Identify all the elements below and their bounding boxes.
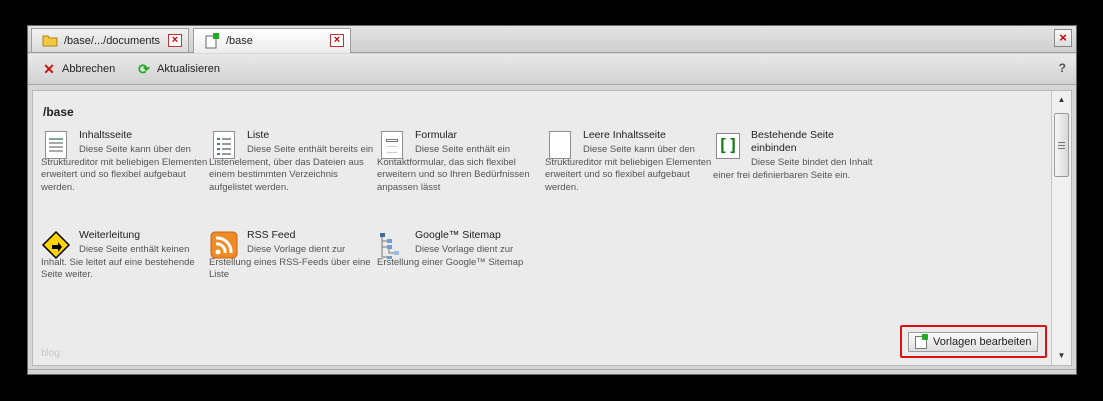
tab-documents[interactable]: /base/.../documents × <box>31 28 189 52</box>
sitemap-icon <box>377 229 407 261</box>
vertical-scrollbar[interactable]: ▲ ▼ <box>1051 91 1071 365</box>
scroll-up-icon[interactable]: ▲ <box>1052 93 1071 107</box>
help-icon[interactable]: ? <box>1059 61 1066 75</box>
refresh-label: Aktualisieren <box>157 63 220 75</box>
window-close-icon[interactable]: × <box>1054 29 1072 47</box>
tab-documents-label: /base/.../documents <box>64 34 160 47</box>
template-title: Leere Inhaltsseite <box>583 129 666 141</box>
form-icon <box>377 129 407 161</box>
rss-icon <box>209 229 239 261</box>
tab-base[interactable]: /base × <box>193 28 351 53</box>
editor-window: /base/.../documents × /base × × ✕ Abbrec… <box>27 25 1077 375</box>
new-document-icon <box>915 333 928 349</box>
template-title: Weiterleitung <box>79 229 141 241</box>
tab-base-label: /base <box>226 35 253 47</box>
refresh-icon: ⟳ <box>138 60 150 77</box>
footer-hint: blog <box>41 348 60 359</box>
template-bestehende-seite[interactable]: [] Bestehende Seite einbinden Diese Seit… <box>713 129 881 182</box>
template-chooser: /base Inhaltsseite Diese Seite kann über… <box>32 90 1072 366</box>
highlight-box: Vorlagen bearbeiten <box>900 325 1047 358</box>
refresh-button[interactable]: ⟳ Aktualisieren <box>137 60 220 77</box>
template-title: Inhaltsseite <box>79 129 133 141</box>
template-title: RSS Feed <box>247 229 296 241</box>
folder-icon <box>42 35 58 47</box>
redirect-icon <box>41 229 71 261</box>
cancel-button[interactable]: ✕ Abbrechen <box>42 60 116 77</box>
template-google-sitemap[interactable]: Google™ Sitemap Diese Vorlage dient zur … <box>377 229 545 269</box>
template-title: Liste <box>247 129 270 141</box>
template-inhaltsseite[interactable]: Inhaltsseite Diese Seite kann über den S… <box>41 129 209 194</box>
scroll-down-icon[interactable]: ▼ <box>1052 349 1071 363</box>
close-tab-documents-icon[interactable]: × <box>168 34 182 47</box>
template-liste[interactable]: Liste Diese Seite enthält bereits ein Li… <box>209 129 377 194</box>
embed-page-icon: [] <box>713 129 743 161</box>
new-document-icon <box>205 33 219 49</box>
template-title: Google™ Sitemap <box>415 229 501 241</box>
toolbar: ✕ Abbrechen ⟳ Aktualisieren ? <box>28 54 1076 85</box>
edit-templates-label: Vorlagen bearbeiten <box>933 336 1032 348</box>
template-leere-inhaltsseite[interactable]: Leere Inhaltsseite Diese Seite kann über… <box>545 129 713 194</box>
template-title: Bestehende Seite einbinden <box>751 129 834 154</box>
page-title: /base <box>43 105 74 119</box>
template-formular[interactable]: Formular Diese Seite enthält ein Kontakt… <box>377 129 545 194</box>
template-weiterleitung[interactable]: Weiterleitung Diese Seite enthält keinen… <box>41 229 209 282</box>
template-title: Formular <box>415 129 458 141</box>
content-page-icon <box>41 129 71 161</box>
list-icon <box>209 129 239 161</box>
divider <box>28 369 1076 370</box>
cancel-label: Abbrechen <box>62 63 116 75</box>
cancel-x-icon: ✕ <box>43 60 55 77</box>
template-rss-feed[interactable]: RSS Feed Diese Vorlage dient zur Erstell… <box>209 229 377 282</box>
scrollbar-thumb[interactable] <box>1054 113 1069 177</box>
close-tab-base-icon[interactable]: × <box>330 34 344 47</box>
empty-page-icon <box>545 129 575 161</box>
tab-bar: /base/.../documents × /base × × <box>28 26 1076 53</box>
edit-templates-button[interactable]: Vorlagen bearbeiten <box>908 332 1038 352</box>
